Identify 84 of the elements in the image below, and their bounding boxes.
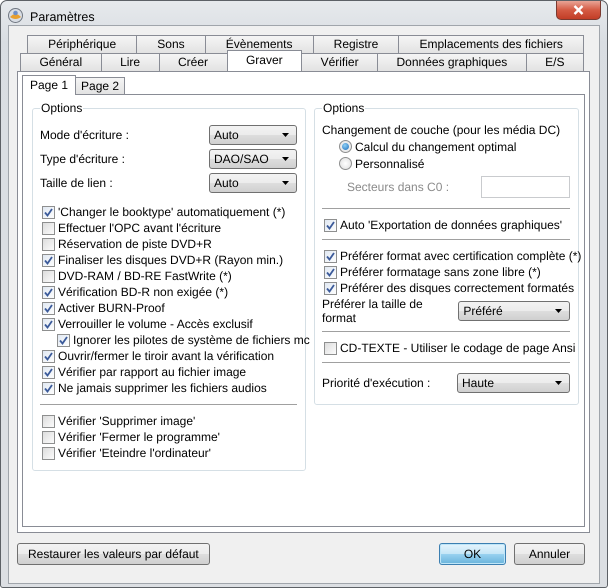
dropdown-arrow-icon	[282, 157, 289, 161]
checkbox-label: Auto 'Exportation de données graphiques'	[340, 218, 562, 232]
group-title: Options	[322, 101, 366, 116]
checkbox[interactable]	[42, 270, 55, 282]
input-field[interactable]	[481, 176, 570, 198]
checkbox[interactable]	[42, 222, 55, 234]
tab[interactable]: Créer	[158, 53, 228, 71]
radio-button[interactable]	[339, 140, 352, 153]
checkbox[interactable]	[42, 318, 55, 330]
dropdown[interactable]: Préféré	[458, 300, 570, 320]
field-label: Secteurs dans C0 :	[347, 180, 450, 194]
tab[interactable]: Graver	[226, 50, 302, 71]
checkbox[interactable]	[42, 382, 55, 394]
radio-button[interactable]	[339, 157, 352, 170]
dropdown[interactable]: DAO/SAO	[209, 149, 297, 169]
window-title: Paramètres	[30, 9, 95, 25]
checkbox-label: Préférer format avec certification complète (*)	[340, 249, 582, 263]
checkbox-label: Vérifier 'Fermer le programme'	[58, 430, 220, 444]
checkbox[interactable]	[42, 254, 55, 266]
section-label: Changement de couche (pour les média DC)	[322, 122, 562, 138]
checkbox[interactable]	[42, 238, 55, 250]
checkbox[interactable]	[57, 334, 70, 346]
ok-button[interactable]: OK	[439, 543, 506, 565]
checkbox-label: Vérifier par rapport au fichier image	[58, 365, 246, 379]
checkbox[interactable]	[42, 302, 55, 314]
checkbox[interactable]	[42, 286, 55, 298]
checkbox-label: Ne jamais supprimer les fichiers audios	[58, 381, 267, 395]
tab[interactable]: Périphérique	[27, 35, 138, 53]
checkbox-label: 'Changer le booktype' automatiquement (*)	[58, 205, 286, 219]
checkbox-label: Verrouiller le volume - Accès exclusif	[58, 317, 253, 331]
checkbox[interactable]	[42, 350, 55, 362]
restore-defaults-button[interactable]: Restaurer les valeurs par défaut	[17, 543, 210, 565]
checkbox[interactable]	[324, 266, 337, 278]
checkbox-label: Réservation de piste DVD+R	[58, 237, 212, 251]
tab[interactable]: Vérifier	[301, 53, 378, 71]
dropdown-arrow-icon	[555, 381, 562, 385]
dropdown[interactable]: Auto	[209, 125, 297, 145]
dropdown[interactable]: Haute	[457, 373, 570, 393]
close-icon	[573, 5, 584, 15]
tab[interactable]: E/S	[526, 53, 584, 71]
radio-label: Calcul du changement optimal	[355, 140, 516, 154]
tab[interactable]: Registre	[312, 35, 400, 53]
tab[interactable]: Données graphiques	[377, 53, 527, 71]
app-icon	[8, 8, 23, 23]
checkbox-label: Ignorer les pilotes de système de fichiers mc	[73, 333, 310, 347]
checkbox[interactable]	[42, 430, 55, 444]
field-label: Préférer la taille de format	[322, 296, 424, 324]
checkbox[interactable]	[42, 414, 55, 428]
dropdown-arrow-icon	[282, 133, 289, 137]
checkbox[interactable]	[324, 282, 337, 294]
checkbox-label: Vérifier 'Eteindre l'ordinateur'	[58, 446, 211, 460]
tab[interactable]: Emplacements des fichiers	[398, 35, 584, 53]
dropdown[interactable]: Auto	[209, 173, 297, 193]
checkbox-label: Vérifier 'Supprimer image'	[58, 414, 196, 428]
checkbox-label: Finaliser les disques DVD+R (Rayon min.)	[58, 253, 284, 267]
tab[interactable]: Page 1	[22, 75, 76, 95]
radio-label: Personnalisé	[355, 156, 424, 170]
checkbox-label: DVD-RAM / BD-RE FastWrite (*)	[58, 269, 232, 283]
checkbox-label: Préférer des disques correctement formatés	[340, 281, 574, 295]
checkbox[interactable]	[324, 250, 337, 262]
close-button[interactable]	[556, 1, 601, 20]
dropdown-arrow-icon	[282, 181, 289, 185]
checkbox[interactable]	[42, 206, 55, 218]
checkbox-label: Activer BURN-Proof	[58, 301, 165, 315]
checkbox-label: Ouvrir/fermer le tiroir avant la vérification	[58, 349, 274, 363]
tab[interactable]: Lire	[100, 53, 160, 71]
group-title: Options	[40, 101, 84, 116]
cancel-button[interactable]: Annuler	[514, 543, 585, 565]
tab[interactable]: Sons	[136, 35, 206, 53]
tab[interactable]: Page 2	[75, 77, 126, 94]
checkbox-label: Vérification BD-R non exigée (*)	[58, 285, 228, 299]
field-label: Priorité d'exécution :	[322, 376, 432, 390]
dropdown-arrow-icon	[555, 308, 562, 312]
checkbox[interactable]	[42, 366, 55, 378]
checkbox-label: Effectuer l'OPC avant l'écriture	[58, 221, 222, 235]
tab[interactable]: Général	[20, 53, 102, 71]
field-label: Mode d'écriture :	[40, 128, 130, 142]
field-label: Type d'écriture :	[40, 152, 126, 166]
checkbox-label: Préférer formatage sans zone libre (*)	[340, 265, 541, 279]
field-label: Taille de lien :	[40, 176, 114, 190]
checkbox-label: CD-TEXTE - Utiliser le codage de page Ansi	[340, 341, 576, 355]
checkbox[interactable]	[324, 218, 337, 232]
checkbox[interactable]	[324, 342, 337, 354]
checkbox[interactable]	[42, 446, 55, 460]
